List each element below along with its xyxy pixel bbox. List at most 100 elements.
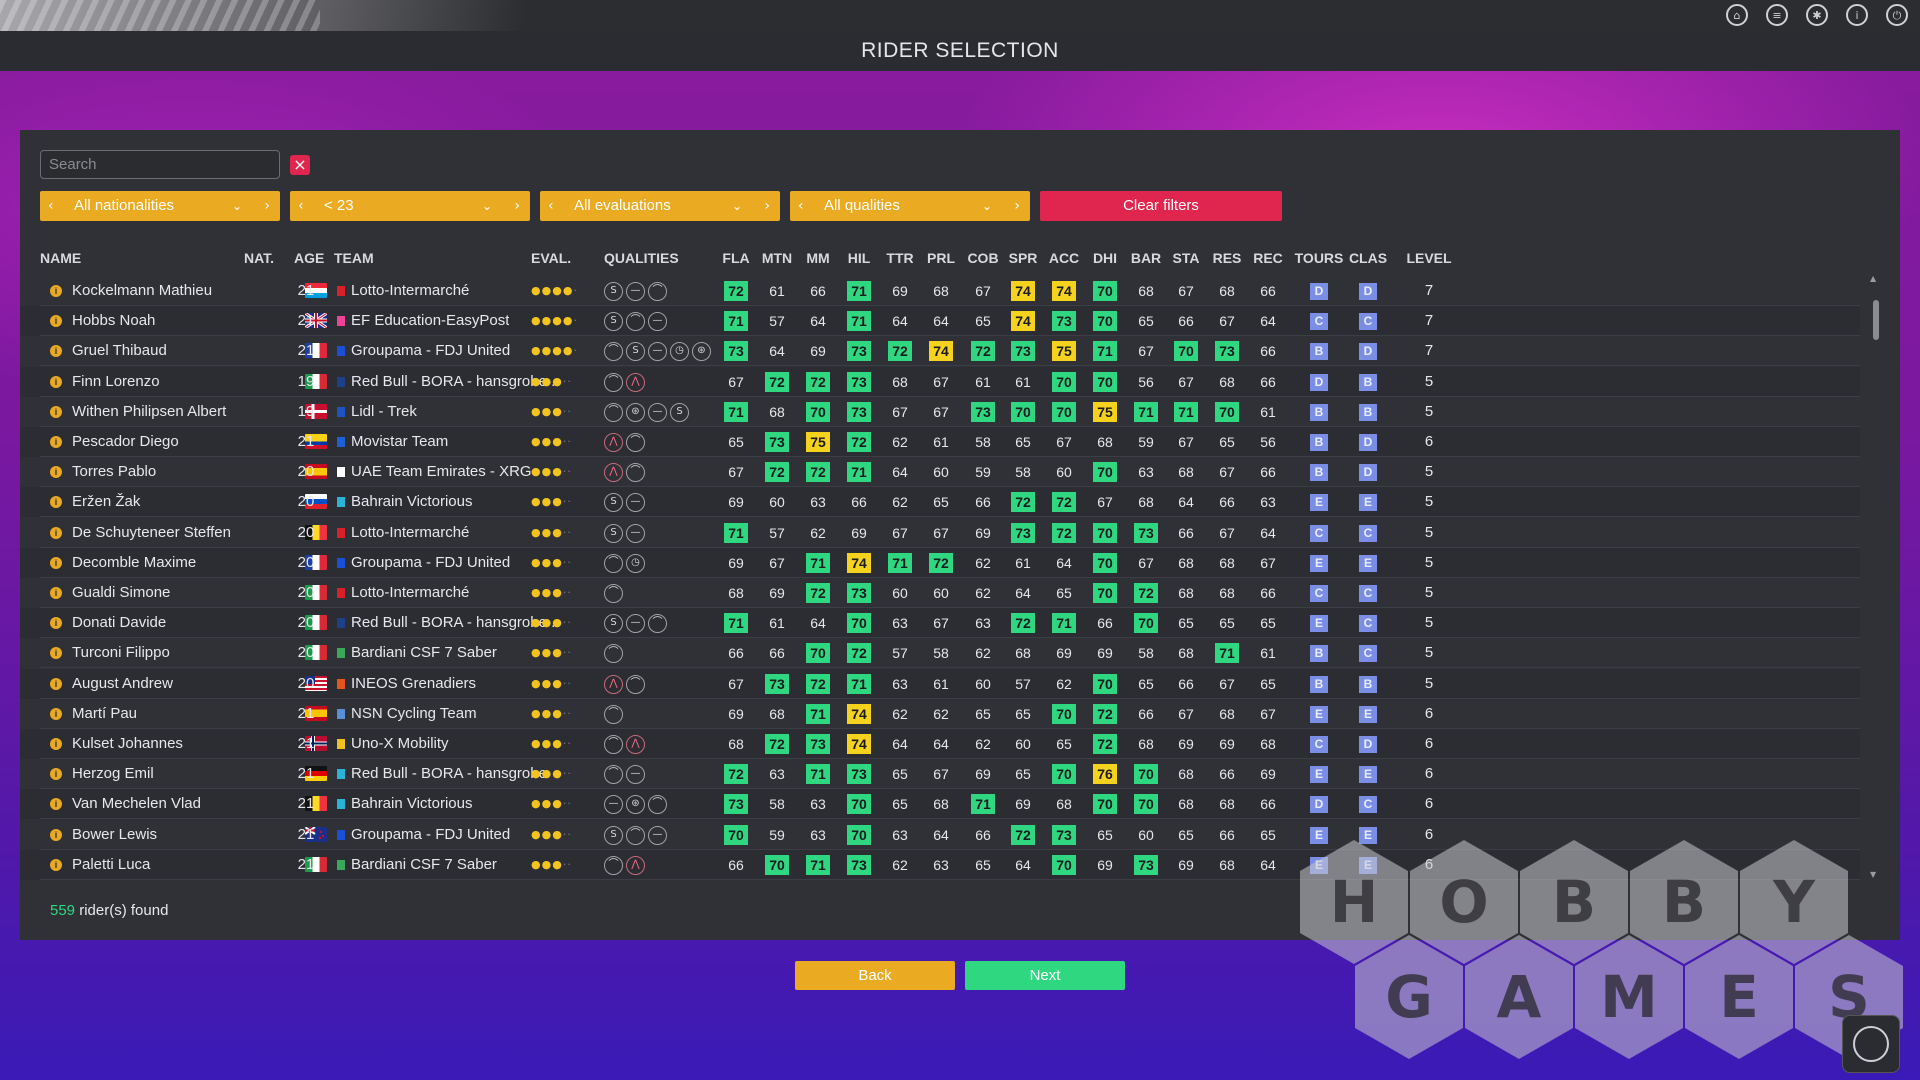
rider-info-icon[interactable]: i — [50, 345, 62, 358]
column-header-acc[interactable]: ACC — [1049, 250, 1079, 266]
info-icon[interactable]: i — [1846, 4, 1868, 26]
scrollbar-thumb[interactable] — [1873, 300, 1879, 340]
table-row[interactable]: i De Schuyteneer Steffen 20 Lotto-Intermarc… — [20, 518, 1860, 548]
column-header-bar[interactable]: BAR — [1131, 250, 1161, 266]
scroll-up-icon[interactable]: ▲ — [1870, 274, 1876, 283]
column-header-mtn[interactable]: MTN — [762, 250, 792, 266]
column-header-age[interactable]: AGE — [294, 250, 324, 266]
table-row[interactable]: i Martí Pau 21 NSN Cycling Team ●●●·· ⌒ 69 68 71… — [20, 699, 1860, 729]
rider-info-icon[interactable]: i — [50, 466, 62, 479]
column-header-spr[interactable]: SPR — [1009, 250, 1038, 266]
next-button[interactable]: Next — [965, 961, 1125, 990]
table-row[interactable]: i Torres Pablo 20 UAE Team Emirates - XRG ●●… — [20, 457, 1860, 488]
rider-info-icon[interactable]: i — [50, 707, 62, 720]
table-row[interactable]: i Kulset Johannes 21 Uno-X Mobility ●●●·· ⌒ ⋀ 6… — [20, 729, 1860, 759]
column-header-hil[interactable]: HIL — [848, 250, 871, 266]
age-filter[interactable]: ‹ < 23 ⌄ › — [290, 191, 530, 221]
table-row[interactable]: i Pescador Diego 21 Movistar Team ●●●·· ⋀ ⌒ 65 7… — [20, 427, 1860, 457]
column-header-tours[interactable]: TOURS — [1295, 250, 1344, 266]
rider-name[interactable]: Gruel Thibaud — [72, 336, 167, 366]
chevron-left-icon[interactable]: ‹ — [798, 191, 804, 221]
rider-name[interactable]: August Andrew — [72, 669, 173, 699]
table-row[interactable]: i Eržen Žak 20 Bahrain Victorious ●●●·· S —69 6… — [20, 487, 1860, 518]
rider-info-icon[interactable]: i — [50, 738, 62, 750]
rider-name[interactable]: Bower Lewis — [72, 820, 157, 850]
chevron-down-icon[interactable]: ⌄ — [732, 191, 742, 221]
rider-name[interactable]: Kulset Johannes — [72, 729, 183, 759]
column-header-level[interactable]: LEVEL — [1406, 250, 1451, 266]
column-header-fla[interactable]: FLA — [722, 250, 749, 266]
clear-filters-button[interactable]: Clear filters — [1040, 191, 1282, 221]
rider-name[interactable]: Paletti Luca — [72, 850, 150, 880]
rider-info-icon[interactable]: i — [50, 375, 62, 388]
column-header-qualities[interactable]: QUALITIES — [604, 250, 679, 266]
rider-info-icon[interactable]: i — [50, 405, 62, 418]
table-row[interactable]: i Hobbs Noah 21 EF Education-EasyPost ●●●●· S… — [20, 306, 1860, 337]
rider-name[interactable]: Torres Pablo — [72, 457, 156, 487]
power-icon[interactable]: ⏻ — [1886, 4, 1908, 26]
rider-info-icon[interactable]: i — [50, 587, 62, 599]
settings-icon[interactable]: ✱ — [1806, 4, 1828, 26]
chevron-right-icon[interactable]: › — [514, 191, 520, 221]
column-header-dhi[interactable]: DHI — [1093, 250, 1117, 266]
table-row[interactable]: i Decomble Maxime 20 Groupama - FDJ United ●… — [20, 547, 1860, 578]
rider-name[interactable]: De Schuyteneer Steffen — [72, 518, 231, 548]
column-header-name[interactable]: NAME — [40, 250, 81, 266]
table-row[interactable]: i Kockelmann Mathieu 21 Lotto-Intermarché ●●… — [20, 276, 1860, 306]
chevron-right-icon[interactable]: › — [264, 191, 270, 221]
rider-name[interactable]: Withen Philipsen Albert — [72, 397, 226, 427]
rider-info-icon[interactable]: i — [50, 556, 62, 569]
chevron-down-icon[interactable]: ⌄ — [232, 191, 242, 221]
rider-name[interactable]: Eržen Žak — [72, 487, 140, 517]
list-icon[interactable]: ≡ — [1766, 4, 1788, 26]
rider-info-icon[interactable]: i — [50, 496, 62, 509]
home-icon[interactable]: ⌂ — [1726, 4, 1748, 26]
column-header-cob[interactable]: COB — [967, 250, 998, 266]
rider-name[interactable]: Kockelmann Mathieu — [72, 276, 212, 306]
rider-info-icon[interactable]: i — [50, 436, 62, 448]
clear-search-icon[interactable]: × — [290, 155, 310, 175]
table-row[interactable]: i Gualdi Simone 20 Lotto-Intermarché ●●●·· ⌒ 6… — [20, 578, 1860, 608]
rider-info-icon[interactable]: i — [50, 858, 62, 871]
nationality-filter[interactable]: ‹ All nationalities ⌄ › — [40, 191, 280, 221]
rider-name[interactable]: Van Mechelen Vlad — [72, 789, 201, 819]
column-header-prl[interactable]: PRL — [927, 250, 955, 266]
column-header-rec[interactable]: REC — [1253, 250, 1283, 266]
column-header-nat[interactable]: NAT. — [244, 250, 274, 266]
qualities-filter[interactable]: ‹ All qualities ⌄ › — [790, 191, 1030, 221]
column-header-eval[interactable]: EVAL. — [531, 250, 571, 266]
rider-info-icon[interactable]: i — [50, 526, 62, 539]
rider-info-icon[interactable]: i — [50, 315, 62, 328]
rider-name[interactable]: Decomble Maxime — [72, 548, 196, 578]
table-row[interactable]: i Herzog Emil 21 Red Bull - BORA - hansgroh… — [20, 759, 1860, 790]
chevron-down-icon[interactable]: ⌄ — [482, 191, 492, 221]
rider-info-icon[interactable]: i — [50, 798, 62, 811]
table-row[interactable]: i Donati Davide 20 Red Bull - BORA - hansgr… — [20, 608, 1860, 639]
column-header-res[interactable]: RES — [1213, 250, 1242, 266]
rider-info-icon[interactable]: i — [50, 647, 62, 660]
search-input[interactable] — [40, 150, 280, 179]
rider-name[interactable]: Herzog Emil — [72, 759, 154, 789]
column-header-mm[interactable]: MM — [806, 250, 829, 266]
back-button[interactable]: Back — [795, 961, 955, 990]
chevron-right-icon[interactable]: › — [764, 191, 770, 221]
chevron-left-icon[interactable]: ‹ — [298, 191, 304, 221]
column-header-sta[interactable]: STA — [1173, 250, 1200, 266]
rider-name[interactable]: Martí Pau — [72, 699, 137, 729]
evaluation-filter[interactable]: ‹ All evaluations ⌄ › — [540, 191, 780, 221]
column-header-ttr[interactable]: TTR — [886, 250, 913, 266]
chevron-left-icon[interactable]: ‹ — [548, 191, 554, 221]
rider-info-icon[interactable]: i — [50, 768, 62, 781]
table-row[interactable]: i Van Mechelen Vlad 21 Bahrain Victorious ●●… — [20, 789, 1860, 820]
rider-info-icon[interactable]: i — [50, 828, 62, 841]
table-row[interactable]: i Turconi Filippo 20 Bardiani CSF 7 Saber ●●… — [20, 638, 1860, 669]
column-header-team[interactable]: TEAM — [334, 250, 374, 266]
chevron-left-icon[interactable]: ‹ — [48, 191, 54, 221]
rider-name[interactable]: Pescador Diego — [72, 427, 179, 457]
chevron-down-icon[interactable]: ⌄ — [982, 191, 992, 221]
rider-name[interactable]: Gualdi Simone — [72, 578, 170, 608]
column-header-clas[interactable]: CLAS — [1349, 250, 1387, 266]
rider-info-icon[interactable]: i — [50, 285, 62, 297]
rider-name[interactable]: Hobbs Noah — [72, 306, 155, 336]
table-row[interactable]: i Gruel Thibaud 21 Groupama - FDJ United ●●●… — [20, 336, 1860, 367]
